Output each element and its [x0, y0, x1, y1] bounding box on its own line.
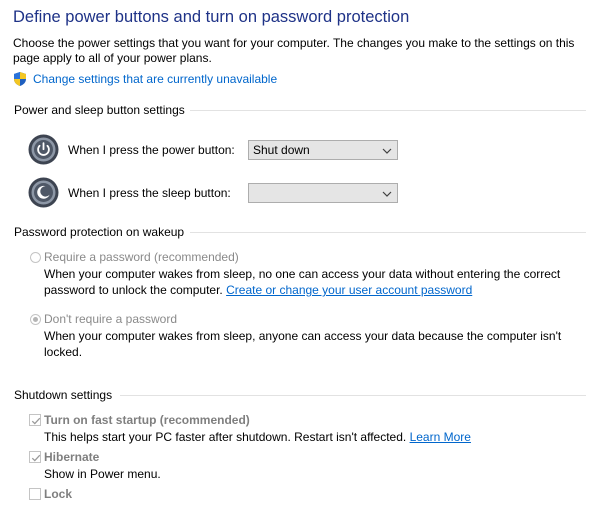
learn-more-link[interactable]: Learn More [410, 430, 471, 444]
hibernate-checkbox[interactable] [29, 451, 41, 463]
section-divider [190, 232, 586, 233]
sleep-button-icon [28, 177, 59, 208]
hibernate-description: Show in Power menu. [44, 467, 161, 481]
power-button-dropdown[interactable]: Shut down [248, 140, 398, 160]
sleep-button-dropdown[interactable] [248, 183, 398, 203]
fast-startup-description: This helps start your PC faster after sh… [44, 430, 471, 444]
dont-require-password-label: Don't require a password [44, 312, 178, 326]
dont-require-password-description: When your computer wakes from sleep, any… [44, 329, 562, 359]
dont-require-password-radio[interactable] [30, 314, 41, 325]
section-divider [120, 395, 586, 396]
lock-label: Lock [44, 487, 73, 501]
fast-startup-checkbox[interactable] [29, 414, 41, 426]
require-password-radio[interactable] [30, 252, 41, 263]
require-password-label: Require a password (recommended) [44, 250, 239, 264]
page-description: Choose the power settings that you want … [13, 36, 575, 65]
chevron-down-icon [382, 144, 392, 156]
checkmark-icon [31, 454, 41, 462]
password-section-heading: Password protection on wakeup [14, 225, 185, 239]
shield-icon [12, 71, 28, 87]
chevron-down-icon [382, 187, 392, 199]
shutdown-section-heading: Shutdown settings [14, 388, 113, 402]
section-divider [190, 110, 586, 111]
power-button-icon [28, 134, 59, 165]
user-account-password-link[interactable]: Create or change your user account passw… [226, 283, 472, 297]
power-button-selected-value: Shut down [253, 143, 310, 157]
checkmark-icon [31, 417, 41, 425]
fast-startup-label: Turn on fast startup (recommended) [44, 413, 250, 427]
change-settings-link[interactable]: Change settings that are currently unava… [33, 72, 277, 86]
hibernate-label: Hibernate [44, 450, 100, 464]
radio-selected-dot [33, 317, 38, 322]
require-password-description: When your computer wakes from sleep, no … [44, 266, 584, 298]
power-section-heading: Power and sleep button settings [14, 103, 185, 117]
page-title: Define power buttons and turn on passwor… [13, 8, 410, 26]
sleep-button-label: When I press the sleep button: [68, 186, 231, 200]
power-button-label: When I press the power button: [68, 143, 235, 157]
lock-checkbox[interactable] [29, 488, 41, 500]
fast-startup-text: This helps start your PC faster after sh… [44, 430, 407, 444]
